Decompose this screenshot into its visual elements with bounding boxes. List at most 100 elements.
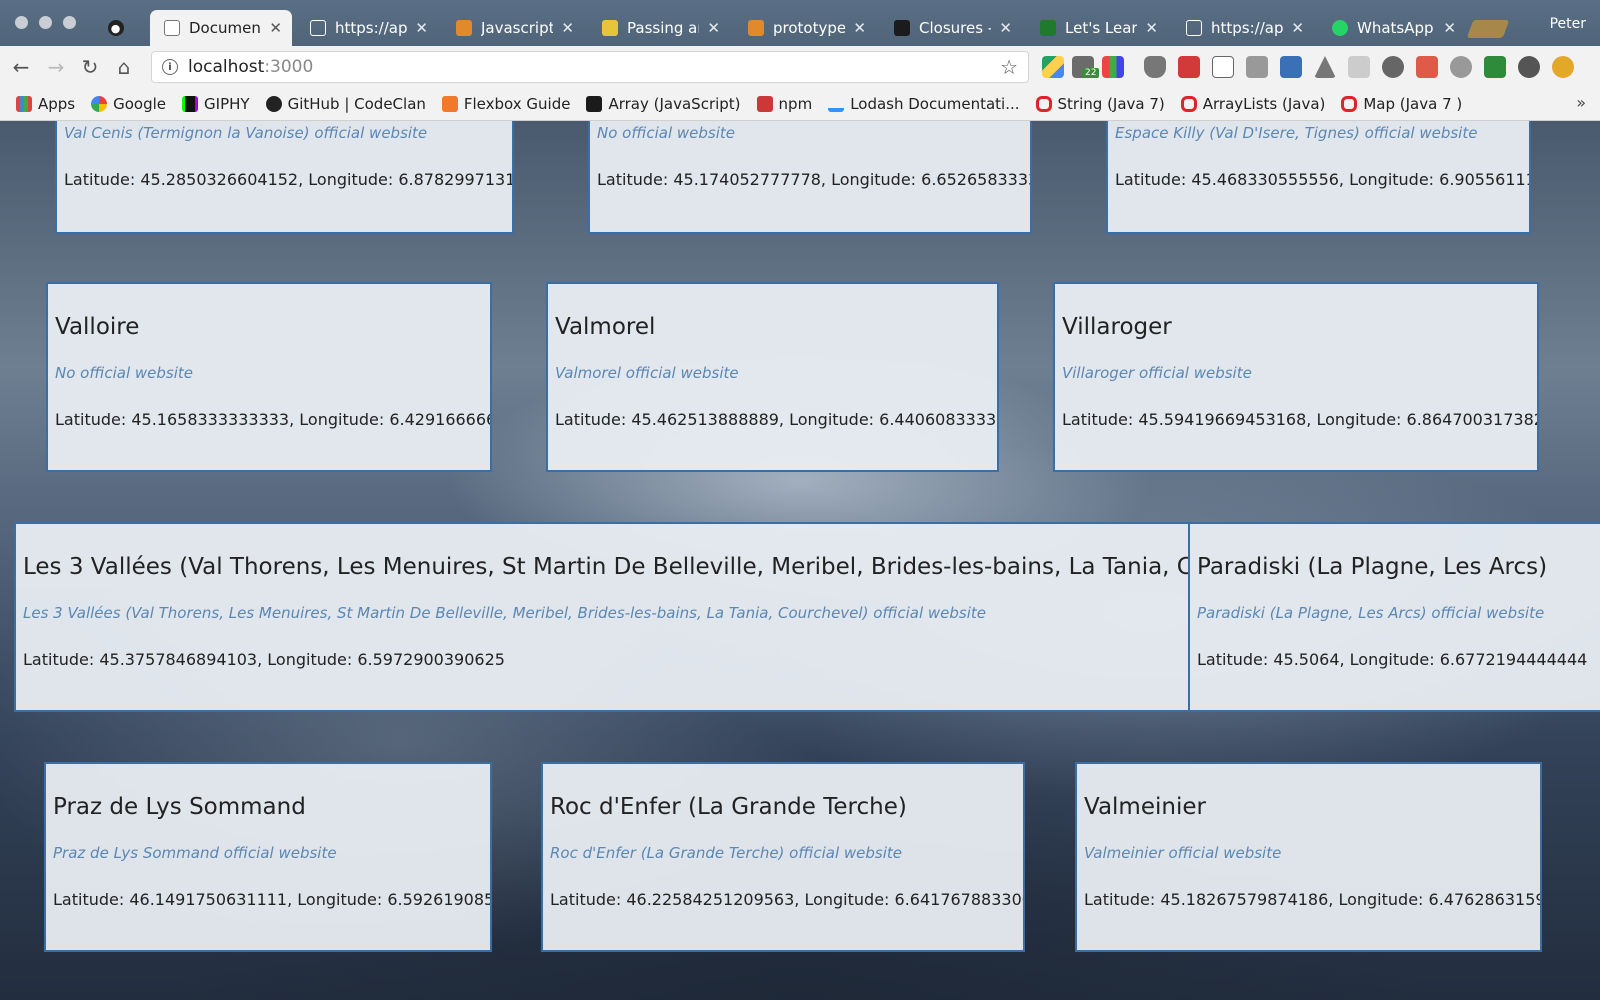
zoom-window-button[interactable] bbox=[63, 16, 76, 29]
color-picker-icon[interactable] bbox=[1102, 56, 1124, 78]
bookmark-lodash[interactable]: Lodash Documentati... bbox=[828, 95, 1020, 113]
new-tab-button[interactable] bbox=[1466, 20, 1510, 38]
bookmark-label: Map (Java 7 ) bbox=[1363, 95, 1463, 113]
bookmark-giphy[interactable]: GIPHY bbox=[182, 95, 250, 113]
bookmark-arraylists-java[interactable]: ArrayLists (Java) bbox=[1180, 95, 1325, 113]
close-icon[interactable]: ✕ bbox=[1443, 19, 1456, 37]
tab-closures[interactable]: Closures - J ✕ bbox=[880, 10, 1022, 46]
resort-card: Espace Killy (Val D'Isere, Tignes) offic… bbox=[1106, 121, 1531, 234]
url-port: :3000 bbox=[264, 57, 314, 77]
apps-grid-icon bbox=[16, 96, 32, 112]
close-window-button[interactable] bbox=[15, 16, 28, 29]
resort-website-link[interactable]: Villaroger official website bbox=[1062, 364, 1537, 382]
resort-website-link[interactable]: Valmeinier official website bbox=[1084, 844, 1540, 862]
bookmark-label: Lodash Documentati... bbox=[850, 95, 1020, 113]
close-icon[interactable]: ✕ bbox=[707, 19, 720, 37]
resort-name: Valmorel bbox=[555, 314, 656, 340]
google-drive-icon[interactable] bbox=[1042, 56, 1064, 78]
browser-toolbar: ← → ↻ ⌂ i localhost :3000 ☆ 22 bbox=[0, 46, 1600, 88]
drive-icon[interactable] bbox=[1314, 56, 1336, 78]
stackoverflow-icon bbox=[748, 20, 764, 36]
resort-website-link[interactable]: Roc d'Enfer (La Grande Terche) official … bbox=[550, 844, 1023, 862]
resort-website-link[interactable]: Valmorel official website bbox=[555, 364, 997, 382]
tab-document[interactable]: Document ✕ bbox=[150, 10, 292, 46]
tab-github[interactable]: ● bbox=[98, 10, 142, 46]
bookmark-github-codeclan[interactable]: GitHub | CodeClan bbox=[265, 95, 426, 113]
oracle-icon bbox=[1341, 96, 1358, 112]
circle-icon[interactable] bbox=[1518, 56, 1540, 78]
close-icon[interactable]: ✕ bbox=[853, 19, 866, 37]
profile-name[interactable]: Peter bbox=[1550, 16, 1586, 32]
close-icon[interactable]: ✕ bbox=[561, 19, 574, 37]
tab-title: https://api.v bbox=[1211, 19, 1284, 37]
cast-icon[interactable] bbox=[1280, 56, 1302, 78]
bookmarks-overflow-button[interactable]: » bbox=[1576, 93, 1586, 112]
shield-icon[interactable] bbox=[1144, 56, 1166, 78]
lastpass-icon[interactable] bbox=[1178, 56, 1200, 78]
bookmark-google[interactable]: Google bbox=[91, 95, 166, 113]
address-bar[interactable]: i localhost :3000 ☆ bbox=[151, 51, 1029, 83]
gear-icon[interactable] bbox=[1382, 56, 1404, 78]
resort-website-link[interactable]: Val Cenis (Termignon la Vanoise) officia… bbox=[64, 124, 512, 142]
resort-card: Valloire No official website Latitude: 4… bbox=[46, 282, 492, 472]
tab-api-2[interactable]: https://api.v ✕ bbox=[1172, 10, 1314, 46]
resort-website-link[interactable]: Praz de Lys Sommand official website bbox=[53, 844, 490, 862]
close-icon[interactable]: ✕ bbox=[999, 19, 1012, 37]
bookmark-flexbox-guide[interactable]: Flexbox Guide bbox=[441, 95, 571, 113]
bookmark-label: String (Java 7) bbox=[1057, 95, 1165, 113]
tab-prototype[interactable]: prototype - ✕ bbox=[734, 10, 876, 46]
resort-coordinates: Latitude: 45.2850326604152, Longitude: 6… bbox=[64, 170, 514, 189]
info-icon[interactable]: i bbox=[162, 59, 178, 75]
close-icon[interactable]: ✕ bbox=[415, 19, 428, 37]
bookmark-label: npm bbox=[778, 95, 813, 113]
bookmark-array-js[interactable]: Array (JavaScript) bbox=[586, 95, 741, 113]
forward-arrow-icon[interactable]: → bbox=[43, 54, 69, 80]
bookmark-npm[interactable]: npm bbox=[756, 95, 813, 113]
oracle-icon bbox=[1180, 96, 1197, 112]
resort-website-link[interactable]: Les 3 Vallées (Val Thorens, Les Menuires… bbox=[23, 604, 1189, 622]
course-icon bbox=[1040, 20, 1056, 36]
tab-javascript[interactable]: Javascript c ✕ bbox=[442, 10, 584, 46]
resort-coordinates: Latitude: 46.22584251209563, Longitude: … bbox=[550, 890, 1025, 909]
resort-website-link[interactable]: Paradiski (La Plagne, Les Arcs) official… bbox=[1197, 604, 1600, 622]
screenshot-icon[interactable] bbox=[1246, 56, 1268, 78]
pocket-icon[interactable] bbox=[1416, 56, 1438, 78]
home-icon[interactable]: ⌂ bbox=[111, 54, 137, 80]
resort-card: Val Cenis (Termignon la Vanoise) officia… bbox=[55, 121, 514, 234]
bookmark-label: GitHub | CodeClan bbox=[287, 95, 426, 113]
resort-coordinates: Latitude: 45.59419669453168, Longitude: … bbox=[1062, 410, 1539, 429]
tab-title: https://api.v bbox=[335, 19, 408, 37]
bookmark-label: Google bbox=[113, 95, 167, 113]
minimize-window-button[interactable] bbox=[39, 16, 52, 29]
alert-icon[interactable] bbox=[1552, 56, 1574, 78]
bookmark-label: Flexbox Guide bbox=[463, 95, 571, 113]
bookmark-apps[interactable]: Apps bbox=[16, 95, 75, 113]
resort-website-link[interactable]: Espace Killy (Val D'Isere, Tignes) offic… bbox=[1115, 124, 1529, 142]
grid-icon[interactable] bbox=[1348, 56, 1370, 78]
tab-whatsapp[interactable]: WhatsApp ✕ bbox=[1318, 10, 1466, 46]
bookmarks-bar: Apps Google GIPHY GitHub | CodeClan Flex… bbox=[0, 88, 1600, 121]
close-icon[interactable]: ✕ bbox=[269, 19, 282, 37]
reload-icon[interactable]: ↻ bbox=[77, 54, 103, 80]
json-icon[interactable] bbox=[1450, 56, 1472, 78]
resort-card: Roc d'Enfer (La Grande Terche) Roc d'Enf… bbox=[541, 762, 1025, 952]
resort-name: Praz de Lys Sommand bbox=[53, 794, 306, 820]
cors-icon[interactable] bbox=[1484, 56, 1506, 78]
mdn-icon bbox=[894, 20, 910, 36]
bookmark-string-java[interactable]: String (Java 7) bbox=[1035, 95, 1165, 113]
tab-lets-learn[interactable]: Let's Learn ✕ bbox=[1026, 10, 1168, 46]
tab-api-1[interactable]: https://api.v ✕ bbox=[296, 10, 438, 46]
resort-coordinates: Latitude: 45.5064, Longitude: 6.67721944… bbox=[1197, 650, 1588, 669]
close-icon[interactable]: ✕ bbox=[1145, 19, 1158, 37]
back-arrow-icon[interactable]: ← bbox=[8, 54, 34, 80]
tab-passing-args[interactable]: Passing arg ✕ bbox=[588, 10, 730, 46]
lodash-icon bbox=[828, 96, 845, 112]
page-icon[interactable] bbox=[1212, 56, 1234, 78]
bookmark-map-java[interactable]: Map (Java 7 ) bbox=[1341, 95, 1462, 113]
close-icon[interactable]: ✕ bbox=[1291, 19, 1304, 37]
resort-website-link: No official website bbox=[55, 364, 193, 382]
extension-badge: 22 bbox=[1082, 68, 1100, 78]
stackoverflow-icon bbox=[456, 20, 472, 36]
bookmark-star-icon[interactable]: ☆ bbox=[1000, 55, 1018, 79]
document-icon bbox=[1186, 20, 1202, 36]
